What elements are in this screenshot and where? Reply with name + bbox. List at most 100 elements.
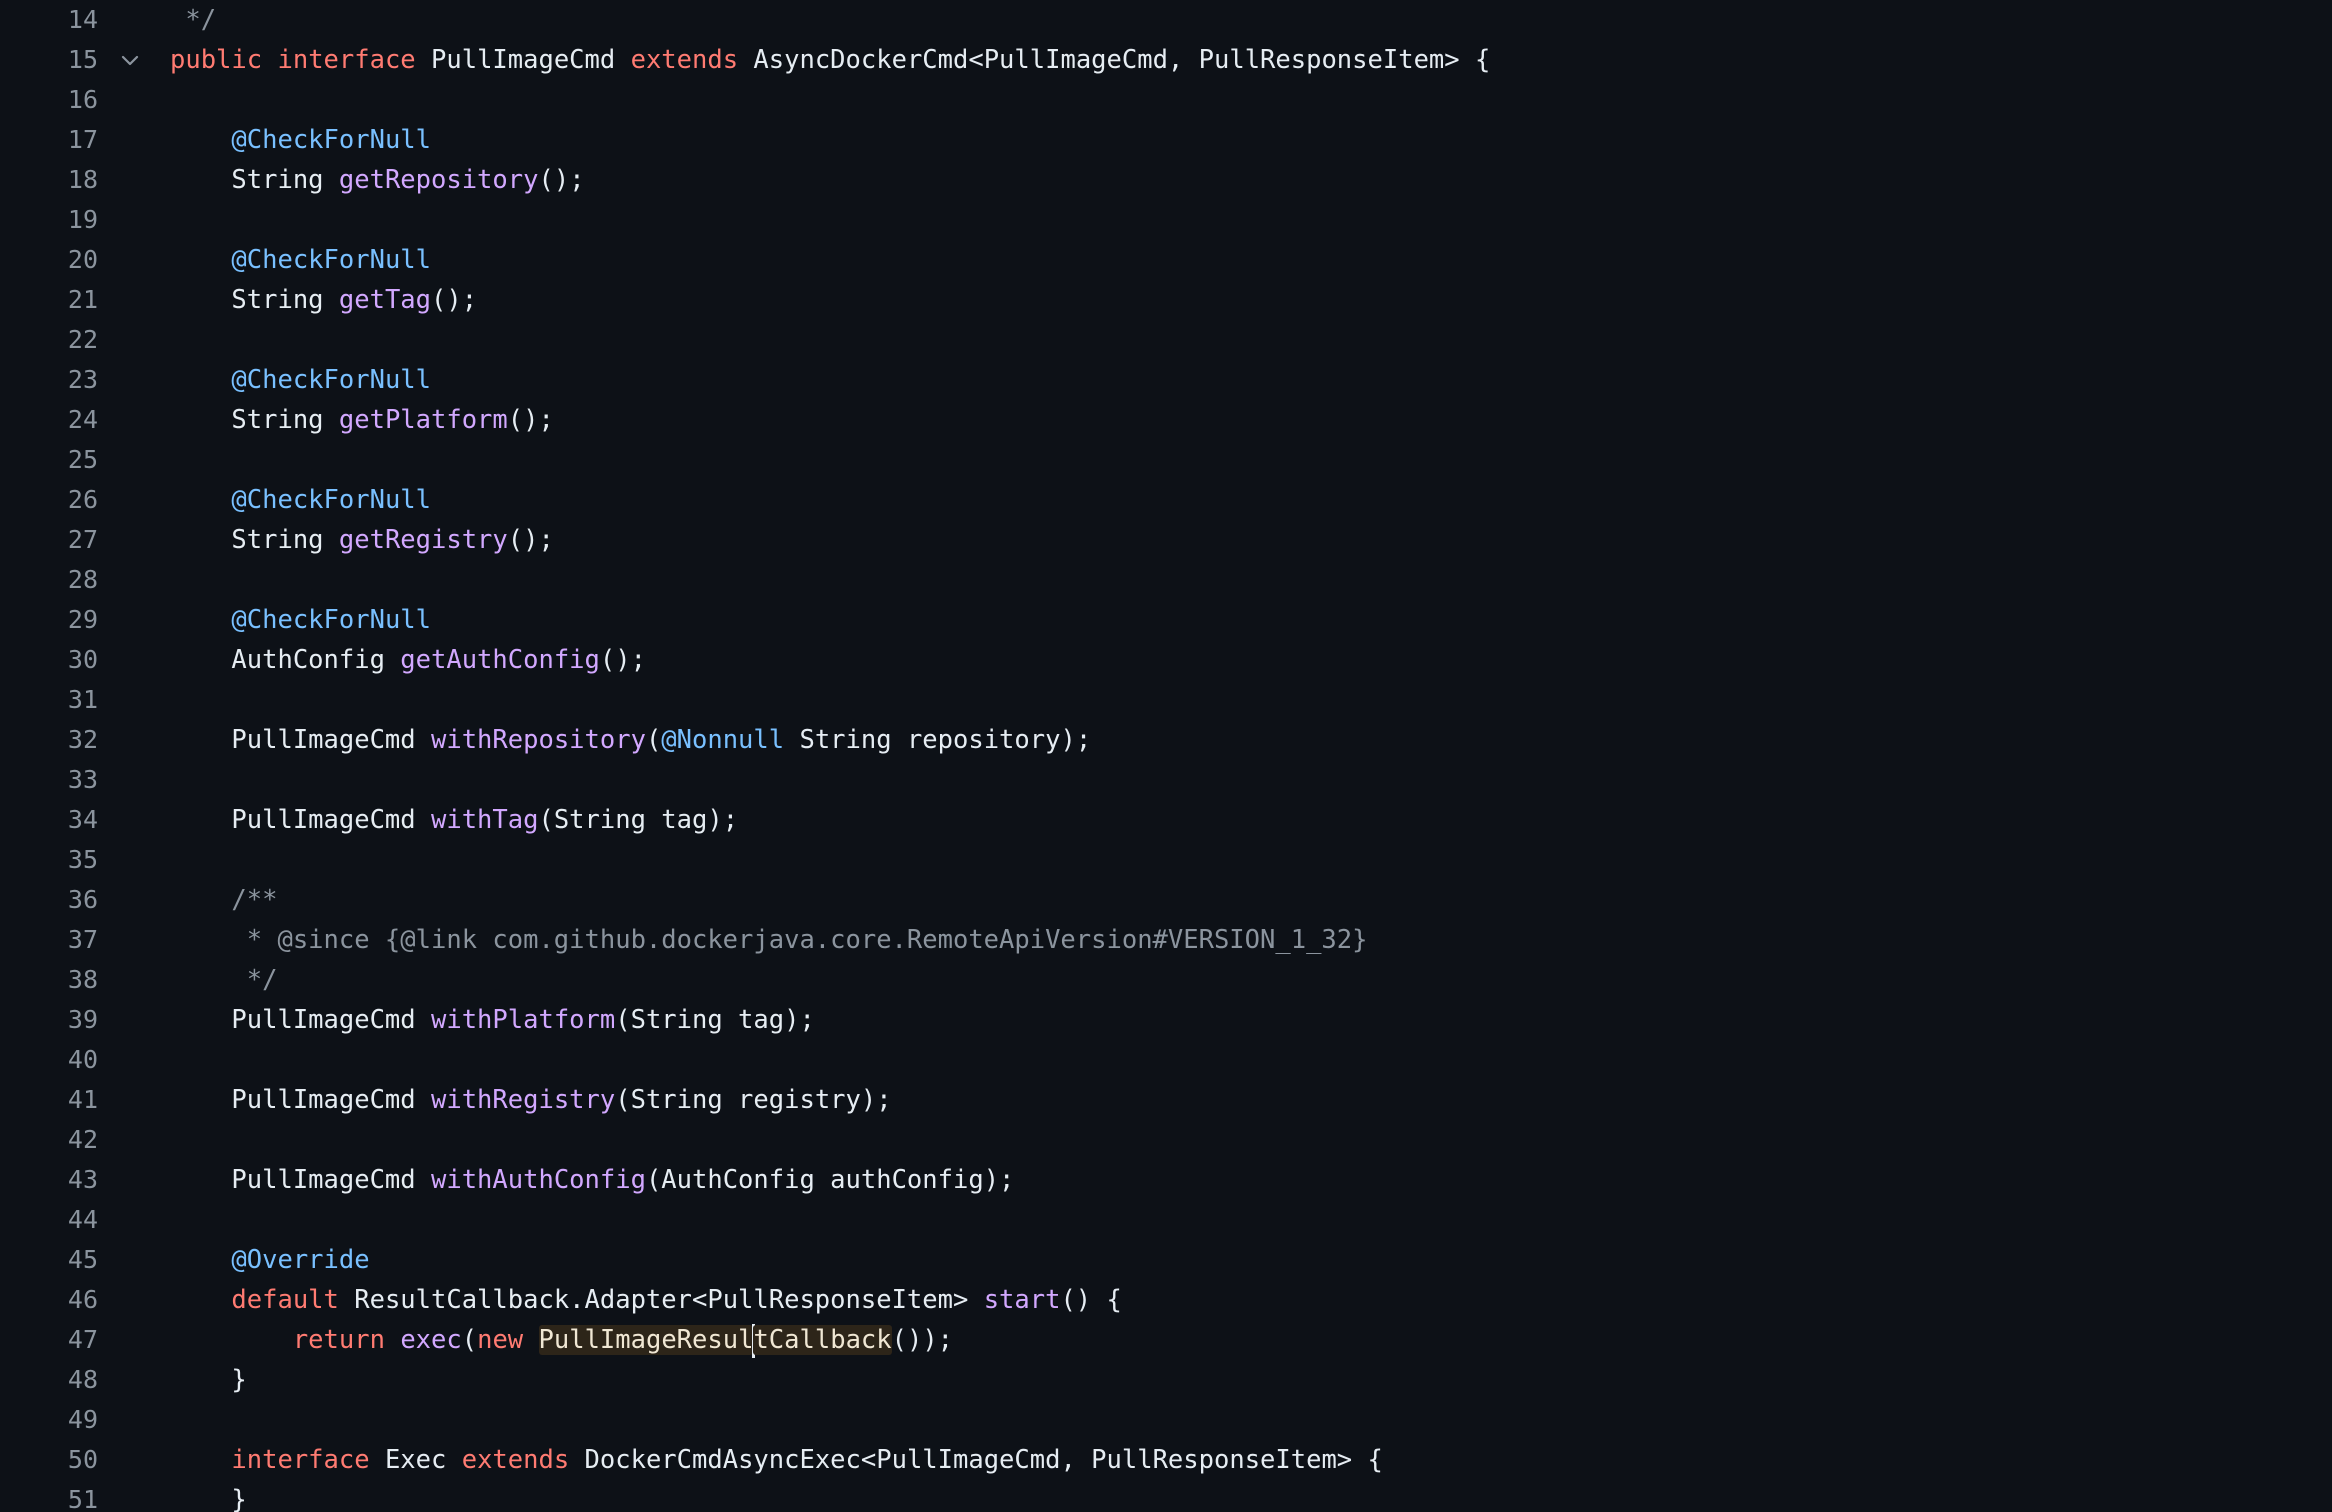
line-number[interactable]: 40 bbox=[0, 1040, 98, 1080]
code-line: 49 bbox=[0, 1400, 2332, 1440]
code-line: 35 bbox=[0, 840, 2332, 880]
code-token: AsyncDockerCmd<PullImageCmd, PullRespons… bbox=[738, 45, 1491, 75]
line-number[interactable]: 48 bbox=[0, 1360, 98, 1400]
line-code[interactable]: String getPlatform(); bbox=[170, 400, 553, 440]
code-line: 16 bbox=[0, 80, 2332, 120]
code-token: (AuthConfig authConfig); bbox=[645, 1165, 1015, 1195]
line-code[interactable]: default ResultCallback.Adapter<PullRespo… bbox=[170, 1280, 1121, 1320]
line-number[interactable]: 35 bbox=[0, 840, 98, 880]
line-number[interactable]: 32 bbox=[0, 720, 98, 760]
line-number[interactable]: 34 bbox=[0, 800, 98, 840]
code-token: new bbox=[477, 1325, 524, 1355]
code-token: default bbox=[231, 1285, 339, 1315]
code-line: 39 PullImageCmd withPlatform(String tag)… bbox=[0, 1000, 2332, 1040]
line-number[interactable]: 28 bbox=[0, 560, 98, 600]
line-number[interactable]: 30 bbox=[0, 640, 98, 680]
line-number[interactable]: 17 bbox=[0, 120, 98, 160]
line-number[interactable]: 18 bbox=[0, 160, 98, 200]
line-code[interactable]: @CheckForNull bbox=[170, 480, 431, 520]
code-line: 45 @Override bbox=[0, 1240, 2332, 1280]
line-number[interactable]: 24 bbox=[0, 400, 98, 440]
code-token: PullImageCmd bbox=[170, 1005, 431, 1035]
line-code[interactable]: PullImageCmd withRegistry(String registr… bbox=[170, 1080, 891, 1120]
line-code[interactable]: } bbox=[170, 1360, 246, 1400]
line-number[interactable]: 47 bbox=[0, 1320, 98, 1360]
code-line: 42 bbox=[0, 1120, 2332, 1160]
line-number[interactable]: 21 bbox=[0, 280, 98, 320]
line-number[interactable]: 27 bbox=[0, 520, 98, 560]
line-number[interactable]: 33 bbox=[0, 760, 98, 800]
line-number[interactable]: 14 bbox=[0, 0, 98, 40]
code-token: withAuthConfig bbox=[431, 1165, 646, 1195]
line-number[interactable]: 37 bbox=[0, 920, 98, 960]
chevron-down-icon[interactable] bbox=[118, 40, 142, 80]
line-number[interactable]: 26 bbox=[0, 480, 98, 520]
code-line: 37 * @since {@link com.github.dockerjava… bbox=[0, 920, 2332, 960]
code-token: (); bbox=[599, 645, 646, 675]
line-code[interactable]: return exec(new PullImageResultCallback(… bbox=[170, 1320, 953, 1360]
line-number[interactable]: 16 bbox=[0, 80, 98, 120]
line-code[interactable]: interface Exec extends DockerCmdAsyncExe… bbox=[170, 1440, 1382, 1480]
code-token: @CheckForNull bbox=[231, 245, 432, 275]
line-code[interactable]: /** bbox=[170, 880, 277, 920]
code-line: 36 /** bbox=[0, 880, 2332, 920]
line-code[interactable]: @Override bbox=[170, 1240, 369, 1280]
line-number[interactable]: 15 bbox=[0, 40, 98, 80]
line-number[interactable]: 39 bbox=[0, 1000, 98, 1040]
line-number[interactable]: 44 bbox=[0, 1200, 98, 1240]
code-line: 14 */ bbox=[0, 0, 2332, 40]
code-line: 15 public interface PullImageCmd extends … bbox=[0, 40, 2332, 80]
line-number[interactable]: 22 bbox=[0, 320, 98, 360]
line-number[interactable]: 43 bbox=[0, 1160, 98, 1200]
code-token: return bbox=[292, 1325, 385, 1355]
highlighted-token: tCallback bbox=[753, 1325, 892, 1355]
code-line: 46 default ResultCallback.Adapter<PullRe… bbox=[0, 1280, 2332, 1320]
line-code[interactable]: AuthConfig getAuthConfig(); bbox=[170, 640, 646, 680]
line-code[interactable]: * @since {@link com.github.dockerjava.co… bbox=[170, 920, 1368, 960]
line-code[interactable]: String getRegistry(); bbox=[170, 520, 553, 560]
line-number[interactable]: 38 bbox=[0, 960, 98, 1000]
code-viewer[interactable]: 14 */15 public interface PullImageCmd ext… bbox=[0, 0, 2332, 1512]
line-code[interactable]: */ bbox=[170, 960, 278, 1000]
line-code[interactable]: @CheckForNull bbox=[170, 360, 431, 400]
code-token: getRepository bbox=[338, 165, 539, 195]
line-code[interactable]: PullImageCmd withPlatform(String tag); bbox=[170, 1000, 815, 1040]
line-number[interactable]: 20 bbox=[0, 240, 98, 280]
line-number[interactable]: 25 bbox=[0, 440, 98, 480]
line-number[interactable]: 23 bbox=[0, 360, 98, 400]
line-number[interactable]: 31 bbox=[0, 680, 98, 720]
line-number[interactable]: 50 bbox=[0, 1440, 98, 1480]
line-number[interactable]: 49 bbox=[0, 1400, 98, 1440]
line-number[interactable]: 42 bbox=[0, 1120, 98, 1160]
code-token: withRepository bbox=[431, 725, 646, 755]
line-code[interactable]: PullImageCmd withAuthConfig(AuthConfig a… bbox=[170, 1160, 1014, 1200]
line-code[interactable]: @CheckForNull bbox=[170, 240, 431, 280]
line-code[interactable]: String getTag(); bbox=[170, 280, 477, 320]
line-number[interactable]: 46 bbox=[0, 1280, 98, 1320]
code-line: 21 String getTag(); bbox=[0, 280, 2332, 320]
line-number[interactable]: 45 bbox=[0, 1240, 98, 1280]
line-code[interactable]: } bbox=[170, 1480, 246, 1512]
line-number[interactable]: 36 bbox=[0, 880, 98, 920]
line-number[interactable]: 51 bbox=[0, 1480, 98, 1512]
line-code[interactable]: PullImageCmd withRepository(@Nonnull Str… bbox=[170, 720, 1091, 760]
line-number[interactable]: 41 bbox=[0, 1080, 98, 1120]
line-code[interactable]: @CheckForNull bbox=[170, 120, 431, 160]
line-number[interactable]: 29 bbox=[0, 600, 98, 640]
code-token: (String tag); bbox=[615, 1005, 815, 1035]
line-code[interactable]: public interface PullImageCmd extends As… bbox=[170, 40, 1490, 80]
code-token: exec bbox=[400, 1325, 462, 1355]
line-code[interactable]: String getRepository(); bbox=[170, 160, 584, 200]
line-code[interactable]: @CheckForNull bbox=[170, 600, 431, 640]
code-token: ( bbox=[645, 725, 662, 755]
line-number[interactable]: 19 bbox=[0, 200, 98, 240]
line-code[interactable]: */ bbox=[170, 0, 216, 40]
code-token: (); bbox=[431, 285, 478, 315]
code-token: PullImageCmd bbox=[170, 1165, 431, 1195]
line-code[interactable]: PullImageCmd withTag(String tag); bbox=[170, 800, 738, 840]
